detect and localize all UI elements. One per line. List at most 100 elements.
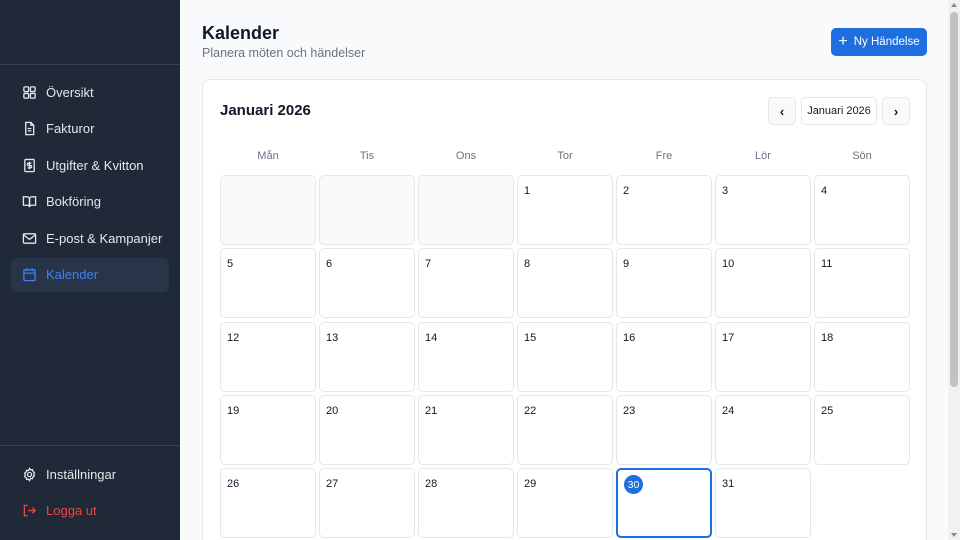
sidebar-header (0, 0, 180, 65)
calendar-nav: ‹ Januari 2026 › (768, 97, 910, 125)
sidebar-item-label: Fakturor (46, 121, 95, 137)
day-number: 28 (425, 478, 438, 491)
page-scrollbar[interactable] (948, 0, 960, 540)
calendar-day[interactable]: 22 (517, 394, 613, 465)
calendar-day[interactable]: 10 (715, 248, 811, 319)
calendar-day[interactable]: 27 (319, 468, 415, 539)
sidebar: Översikt Fakturor Utgifter & Kvitton Bok… (0, 0, 180, 540)
calendar-day[interactable]: 1 (517, 175, 613, 245)
logout-button[interactable]: Logga ut (11, 494, 169, 528)
weekday-label: Ons (455, 150, 477, 162)
calendar-day[interactable]: 11 (814, 248, 910, 319)
calendar-day[interactable]: 24 (715, 394, 811, 465)
calendar-day[interactable]: 23 (616, 394, 712, 465)
book-icon (22, 194, 37, 209)
day-number: 3 (722, 185, 729, 197)
calendar-day[interactable]: 16 (616, 321, 712, 392)
weekday-label: Tor (557, 150, 573, 162)
day-number: 6 (326, 258, 333, 271)
calendar-day[interactable]: 9 (616, 248, 712, 319)
sidebar-item-oversikt[interactable]: Översikt (11, 75, 169, 109)
calendar-day[interactable]: 20 (319, 394, 415, 465)
calendar-day[interactable]: 12 (220, 321, 316, 392)
day-number: 11 (821, 258, 833, 271)
sidebar-item-bokforing[interactable]: Bokföring (11, 185, 169, 219)
sidebar-item-label: Kalender (46, 267, 99, 283)
calendar-empty-cell (220, 175, 316, 245)
new-event-button[interactable]: + Ny Händelse (831, 28, 927, 56)
calendar-day[interactable]: 31 (715, 468, 811, 539)
day-number: 27 (326, 478, 339, 491)
calendar-day[interactable]: 7 (418, 248, 514, 319)
day-number: 17 (722, 331, 735, 344)
calendar-day[interactable]: 18 (814, 321, 910, 392)
calendar-day[interactable]: 5 (220, 248, 316, 319)
sidebar-item-label: Logga ut (46, 503, 97, 519)
day-number: 5 (227, 258, 234, 271)
calendar-day[interactable]: 26 (220, 468, 316, 539)
receipt-icon (22, 158, 37, 173)
sidebar-item-epost[interactable]: E-post & Kampanjer (11, 221, 169, 255)
document-icon (22, 121, 37, 136)
calendar-day-today[interactable]: 30 (616, 468, 712, 539)
calendar-blank-cell (814, 468, 910, 538)
calendar-day[interactable]: 25 (814, 394, 910, 465)
current-month-button[interactable]: Januari 2026 (801, 97, 877, 125)
new-event-label: Ny Händelse (853, 36, 920, 48)
page-subtitle: Planera möten och händelser (202, 46, 366, 60)
sidebar-item-fakturor[interactable]: Fakturor (11, 112, 169, 146)
calendar-day[interactable]: 3 (715, 175, 811, 245)
day-number: 7 (425, 258, 432, 271)
day-number: 30 (624, 475, 643, 495)
calendar-day[interactable]: 29 (517, 468, 613, 539)
sidebar-item-label: Översikt (46, 84, 94, 100)
prev-month-button[interactable]: ‹ (768, 97, 796, 125)
calendar-empty-cell (319, 175, 415, 245)
calendar-day[interactable]: 4 (814, 175, 910, 245)
scroll-down-icon[interactable] (951, 533, 957, 537)
mail-icon (22, 231, 37, 246)
calendar-day[interactable]: 21 (418, 394, 514, 465)
weekday-header: Mån Tis Ons Tor Fre Lör Sön (220, 150, 910, 162)
weekday-label: Fre (655, 150, 673, 162)
calendar-day[interactable]: 2 (616, 175, 712, 245)
sidebar-item-installningar[interactable]: Inställningar (11, 457, 169, 491)
day-number: 1 (524, 185, 531, 197)
page-title: Kalender (202, 23, 280, 43)
calendar-day[interactable]: 14 (418, 321, 514, 392)
calendar-day[interactable]: 6 (319, 248, 415, 319)
weekday-label: Tis (359, 150, 375, 162)
day-number: 31 (722, 478, 735, 491)
sidebar-item-label: Inställningar (46, 466, 117, 482)
day-number: 26 (227, 478, 240, 491)
calendar-day[interactable]: 28 (418, 468, 514, 539)
day-number: 16 (623, 331, 636, 344)
calendar-day[interactable]: 17 (715, 321, 811, 392)
sidebar-item-label: Bokföring (46, 194, 101, 210)
day-number: 22 (524, 404, 537, 417)
calendar-day[interactable]: 19 (220, 394, 316, 465)
sidebar-item-kalender[interactable]: Kalender (11, 257, 169, 292)
calendar-day[interactable]: 15 (517, 321, 613, 392)
sidebar-footer: Inställningar Logga ut (0, 445, 180, 540)
month-title: Januari 2026 (220, 102, 311, 119)
scroll-up-icon[interactable] (951, 3, 957, 7)
day-number: 2 (623, 185, 630, 197)
plus-icon: + (838, 33, 848, 50)
calendar-day[interactable]: 13 (319, 321, 415, 392)
day-number: 10 (722, 258, 735, 271)
next-month-button[interactable]: › (882, 97, 910, 125)
day-number: 12 (227, 331, 240, 344)
logout-icon (22, 503, 37, 518)
calendar-day[interactable]: 8 (517, 248, 613, 319)
calendar-icon (22, 267, 37, 282)
day-number: 18 (821, 331, 834, 344)
sidebar-item-utgifter[interactable]: Utgifter & Kvitton (11, 148, 169, 182)
day-number: 21 (425, 404, 438, 417)
day-number: 8 (524, 258, 531, 271)
day-number: 29 (524, 478, 537, 491)
day-number: 20 (326, 404, 339, 417)
scrollbar-thumb[interactable] (950, 12, 958, 387)
day-number: 23 (623, 404, 636, 417)
day-number: 25 (821, 404, 834, 417)
